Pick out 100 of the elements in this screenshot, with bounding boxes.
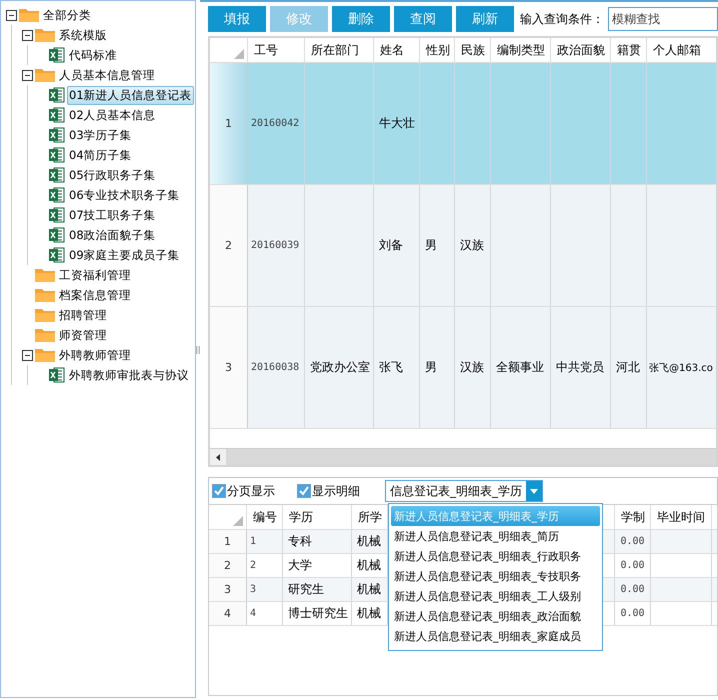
table-cell: 0.00 (615, 602, 651, 625)
table-cell: 汉族 (455, 307, 491, 428)
column-header[interactable]: 政治面貌 (551, 38, 611, 62)
collapse-icon[interactable] (22, 350, 33, 360)
table-cell: 4 (247, 602, 283, 625)
tree-item[interactable]: 人员基本信息管理 (57, 66, 157, 84)
collapse-icon[interactable] (22, 70, 33, 80)
column-header[interactable]: 所学 (352, 505, 388, 529)
table-cell: 牛大壮 (374, 63, 420, 184)
caret-icon (530, 488, 538, 494)
dropdown-option[interactable]: 新进人员信息登记表_明细表_行政职务 (391, 546, 600, 566)
table-cell: 大学 (283, 554, 352, 577)
row-number: 4 (209, 602, 247, 625)
search-label: 输入查询条件： (520, 10, 604, 28)
tree-item[interactable]: 外聘教师审批表与协议 (67, 366, 191, 384)
table-cell: 中共党员 (551, 307, 611, 428)
dropdown-option[interactable]: 新进人员信息登记表_明细表_专技职务 (391, 566, 600, 586)
tree-item[interactable]: 04简历子集 (67, 146, 134, 164)
collapse-icon[interactable] (22, 30, 33, 40)
dropdown-option[interactable]: 新进人员信息登记表_明细表_工人级别 (391, 586, 600, 606)
column-header[interactable]: 籍贯 (611, 38, 647, 62)
table-cell: 机械 (352, 602, 388, 625)
check-icon (214, 486, 224, 496)
table-cell: 男 (420, 185, 455, 306)
row-number: 1 (209, 530, 247, 553)
table-cell: 博士研究生 (283, 602, 352, 625)
table-cell: 机械 (352, 530, 388, 553)
dropdown-option[interactable]: 新进人员信息登记表_明细表_政治面貌 (391, 606, 600, 626)
tree-item[interactable]: 招聘管理 (57, 306, 109, 324)
tree-item[interactable]: 06专业技术职务子集 (67, 186, 182, 204)
dropdown-option[interactable]: 新进人员信息登记表_明细表_简历 (391, 526, 600, 546)
table-row[interactable]: 3 20160038 党政办公室 张飞 男 汉族 全额事业 中共党员 河北 张飞@163.co (210, 307, 716, 429)
column-header[interactable]: 个人邮箱 (647, 38, 716, 62)
table-cell: 机械 (352, 554, 388, 577)
paging-checkbox[interactable]: 分页显示 (212, 482, 275, 500)
search-field[interactable]: 模糊查找 (608, 7, 718, 31)
column-header[interactable]: 姓名 (374, 38, 420, 62)
table-row[interactable]: 2 20160039 刘备 男 汉族 (210, 185, 716, 307)
table-cell: 20160039 (248, 185, 305, 306)
tree-item[interactable]: 师资管理 (57, 326, 109, 344)
dropdown-option[interactable]: 新进人员信息登记表_明细表_家庭成员 (391, 626, 600, 646)
table-cell: 3 (247, 578, 283, 601)
tree-item[interactable]: 05行政职务子集 (67, 166, 158, 184)
table-cell: 20160038 (248, 307, 305, 428)
column-header[interactable]: 毕业时间 (651, 505, 712, 529)
tree-item[interactable]: 代码标准 (67, 46, 119, 64)
splitter-grip-icon[interactable] (196, 345, 200, 355)
tree-item[interactable]: 工资福利管理 (57, 266, 133, 284)
tree-item[interactable]: 外聘教师管理 (57, 346, 133, 364)
tree-item[interactable]: 03学历子集 (67, 126, 134, 144)
column-header[interactable]: 学历 (283, 505, 352, 529)
table-row[interactable]: 1 20160042 牛大壮 (210, 63, 716, 185)
show-detail-checkbox[interactable]: 显示明细 (297, 482, 360, 500)
folder-icon (35, 308, 55, 322)
folder-icon (35, 268, 55, 282)
column-header[interactable]: 编制类型 (491, 38, 551, 62)
spreadsheet-icon (49, 47, 65, 63)
spreadsheet-icon (49, 247, 65, 263)
tree-item[interactable]: 09家庭主要成员子集 (67, 246, 182, 264)
spreadsheet-icon (49, 107, 65, 123)
folder-icon (35, 288, 55, 302)
table-cell: 河北 (611, 307, 647, 428)
folder-icon (35, 28, 55, 42)
table-cell: 机械 (352, 578, 388, 601)
row-number: 1 (210, 63, 248, 184)
folder-icon (35, 68, 55, 82)
tree-item[interactable]: 01新进人员信息登记表 (67, 86, 194, 104)
horizontal-scrollbar[interactable] (210, 448, 716, 465)
tree-item[interactable]: 全部分类 (41, 6, 93, 24)
column-header[interactable]: 性别 (420, 38, 455, 62)
table-cell: 专科 (283, 530, 352, 553)
folder-icon (35, 328, 55, 342)
table-cell: 全额事业 (491, 307, 551, 428)
spreadsheet-icon (49, 207, 65, 223)
row-number: 3 (209, 578, 247, 601)
tree-item[interactable]: 系统模版 (57, 26, 109, 44)
collapse-icon[interactable] (6, 10, 17, 20)
table-cell: 张飞 (374, 307, 420, 428)
column-header[interactable]: 学制 (615, 505, 651, 529)
spreadsheet-icon (49, 367, 65, 383)
spreadsheet-icon (49, 187, 65, 203)
table-cell: 0.00 (615, 530, 651, 553)
table-cell: 20160042 (248, 63, 305, 184)
folder-icon (35, 348, 55, 362)
check-icon (299, 486, 309, 496)
folder-icon (19, 8, 39, 22)
table-cell: 刘备 (374, 185, 420, 306)
detail-select[interactable]: 信息登记表_明细表_学历 (385, 480, 543, 502)
row-number: 3 (210, 307, 248, 428)
column-header[interactable]: 工号 (248, 38, 305, 62)
row-number: 2 (209, 554, 247, 577)
column-header[interactable]: 所在部门 (305, 38, 374, 62)
table-cell: 2 (247, 554, 283, 577)
tree-item[interactable]: 02人员基本信息 (67, 106, 158, 124)
column-header[interactable]: 民族 (455, 38, 491, 62)
column-header[interactable]: 编号 (247, 505, 283, 529)
scroll-left-icon[interactable] (216, 454, 220, 460)
tree-item[interactable]: 08政治面貌子集 (67, 226, 158, 244)
tree-item[interactable]: 07技工职务子集 (67, 206, 158, 224)
tree-item[interactable]: 档案信息管理 (57, 286, 133, 304)
